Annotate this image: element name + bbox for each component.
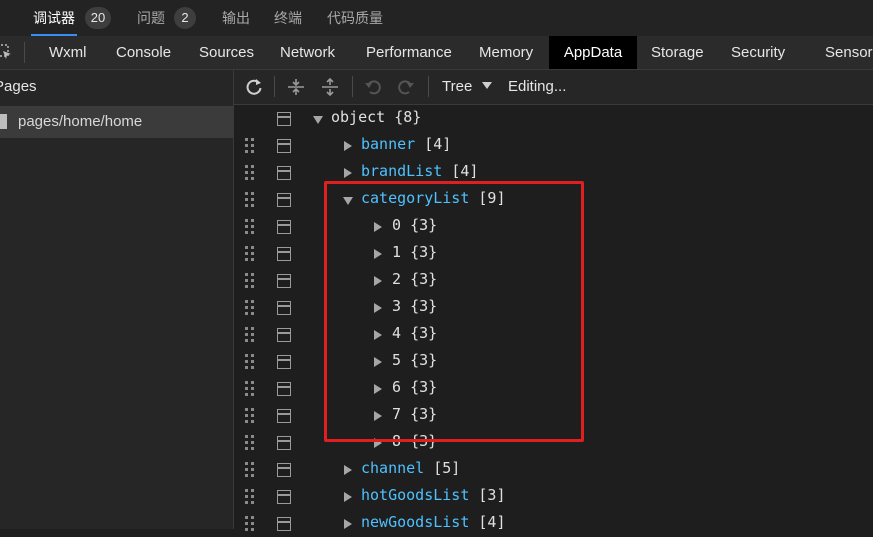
panel-divider [24,42,25,63]
toolbar-divider [428,76,429,97]
inspect-element-icon[interactable] [0,44,12,60]
tree-count: [3] [478,486,506,504]
tab-output-label: 输出 [222,10,250,26]
tree-count: [4] [451,162,479,180]
tab-terminal[interactable]: 终端 [274,0,302,36]
page-item[interactable]: pages/home/home [0,106,233,138]
tree-row[interactable]: banner [4] [234,132,873,159]
drag-handle-icon[interactable] [245,516,255,532]
drag-handle-icon[interactable] [245,435,255,451]
tab-sources[interactable]: Sources [199,36,254,69]
drag-handle-icon[interactable] [245,138,255,154]
node-menu-icon[interactable] [277,166,291,180]
redo-icon[interactable] [396,77,416,97]
tab-terminal-label: 终端 [274,10,302,26]
node-menu-icon[interactable] [277,463,291,477]
toolbar-divider [352,76,353,97]
node-menu-icon[interactable] [277,193,291,207]
tree-row[interactable]: newGoodsList [4] [234,510,873,537]
tree-count: [4] [424,135,452,153]
file-icon [0,114,7,129]
node-menu-icon[interactable] [277,301,291,315]
tab-wxml[interactable]: Wxml [49,36,87,69]
node-menu-icon[interactable] [277,355,291,369]
top-tab-bar: 调试器 20 问题 2 输出 终端 代码质量 [0,0,873,36]
tree-count: [4] [478,513,506,531]
tree-key: banner [361,135,416,153]
panel-tab-bar: Wxml Console Sources Network Performance… [0,36,873,70]
pages-sidebar: Pages pages/home/home [0,70,234,529]
node-menu-icon[interactable] [277,274,291,288]
node-menu-icon[interactable] [277,436,291,450]
tab-sensor[interactable]: Sensor [825,36,873,69]
page-item-label: pages/home/home [18,113,143,130]
node-menu-icon[interactable] [277,382,291,396]
tab-problems-label: 问题 [137,10,165,26]
caret-right-icon[interactable] [344,141,352,151]
collapse-all-icon[interactable] [286,77,306,97]
drag-handle-icon[interactable] [245,381,255,397]
chevron-down-icon[interactable] [482,82,492,90]
tree-root-row[interactable]: object {8} [234,105,873,132]
tab-debugger[interactable]: 调试器 [31,0,77,36]
tab-network[interactable]: Network [280,36,335,69]
tree-count: [5] [433,459,461,477]
tab-code-quality-label: 代码质量 [327,10,383,26]
drag-handle-icon[interactable] [245,192,255,208]
tab-security[interactable]: Security [731,36,785,69]
view-mode-select[interactable]: Tree [442,78,472,95]
tree-root-count: {8} [394,108,422,126]
caret-down-icon[interactable] [313,116,323,124]
drag-handle-icon[interactable] [245,489,255,505]
tree-row[interactable]: hotGoodsList [3] [234,483,873,510]
tab-problems[interactable]: 问题 [137,0,165,36]
caret-right-icon[interactable] [344,168,352,178]
debugger-count-badge: 20 [85,7,111,29]
tree-key: channel [361,459,425,477]
tree-key: hotGoodsList [361,486,470,504]
caret-right-icon[interactable] [344,519,352,529]
tab-debugger-label: 调试器 [33,10,75,26]
expand-all-icon[interactable] [320,77,340,97]
tree-key: brandList [361,162,443,180]
caret-right-icon[interactable] [344,492,352,502]
tab-memory[interactable]: Memory [479,36,533,69]
drag-handle-icon[interactable] [245,408,255,424]
node-menu-icon[interactable] [277,247,291,261]
tab-output[interactable]: 输出 [222,0,250,36]
drag-handle-icon[interactable] [245,165,255,181]
node-menu-icon[interactable] [277,328,291,342]
refresh-icon[interactable] [244,77,264,97]
tree-row[interactable]: channel [5] [234,456,873,483]
edit-mode-status: Editing... [508,78,567,95]
drag-handle-icon[interactable] [245,354,255,370]
toolbar-divider [274,76,275,97]
tab-storage[interactable]: Storage [651,36,704,69]
drag-handle-icon[interactable] [245,273,255,289]
undo-icon[interactable] [363,77,383,97]
node-menu-icon[interactable] [277,139,291,153]
tab-appdata[interactable]: AppData [549,36,637,69]
highlight-annotation-box [324,181,584,442]
drag-handle-icon[interactable] [245,246,255,262]
tab-performance[interactable]: Performance [366,36,452,69]
sidebar-header: Pages [0,78,37,95]
drag-handle-icon[interactable] [245,327,255,343]
problems-count-badge: 2 [174,7,196,29]
node-menu-icon[interactable] [277,490,291,504]
tree-key: newGoodsList [361,513,470,531]
drag-handle-icon[interactable] [245,219,255,235]
caret-right-icon[interactable] [344,465,352,475]
appdata-toolbar: Tree Editing... [234,70,873,105]
tab-console[interactable]: Console [116,36,171,69]
drag-handle-icon[interactable] [245,300,255,316]
tree-root-key: object [331,108,386,126]
node-menu-icon[interactable] [277,220,291,234]
node-menu-icon[interactable] [277,112,291,126]
tab-code-quality[interactable]: 代码质量 [327,0,383,36]
node-menu-icon[interactable] [277,409,291,423]
drag-handle-icon[interactable] [245,462,255,478]
